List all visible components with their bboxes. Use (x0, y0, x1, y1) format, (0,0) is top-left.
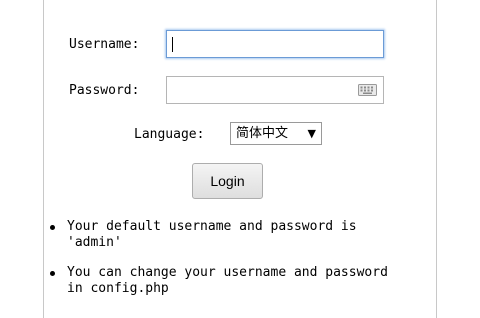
language-select[interactable]: 简体中文 ▼ (230, 122, 322, 145)
list-item: You can change your username and passwor… (48, 265, 388, 297)
bullet-icon (50, 271, 55, 276)
username-label: Username: (69, 37, 140, 52)
language-selected-value: 简体中文 (236, 126, 289, 141)
bullet-icon (50, 225, 55, 230)
keyboard-icon[interactable] (358, 84, 377, 96)
login-button[interactable]: Login (192, 163, 263, 199)
text-caret (172, 37, 173, 52)
list-item: Your default username and password is 'a… (48, 219, 388, 251)
triangle-down-icon: ▼ (307, 127, 316, 140)
note-text: You can change your username and passwor… (67, 265, 388, 296)
note-text: Your default username and password is 'a… (67, 219, 357, 250)
notes-list: Your default username and password is 'a… (48, 219, 388, 311)
username-input[interactable] (166, 30, 384, 58)
password-label: Password: (69, 83, 140, 98)
language-label: Language: (134, 127, 205, 142)
password-input[interactable] (166, 76, 384, 104)
